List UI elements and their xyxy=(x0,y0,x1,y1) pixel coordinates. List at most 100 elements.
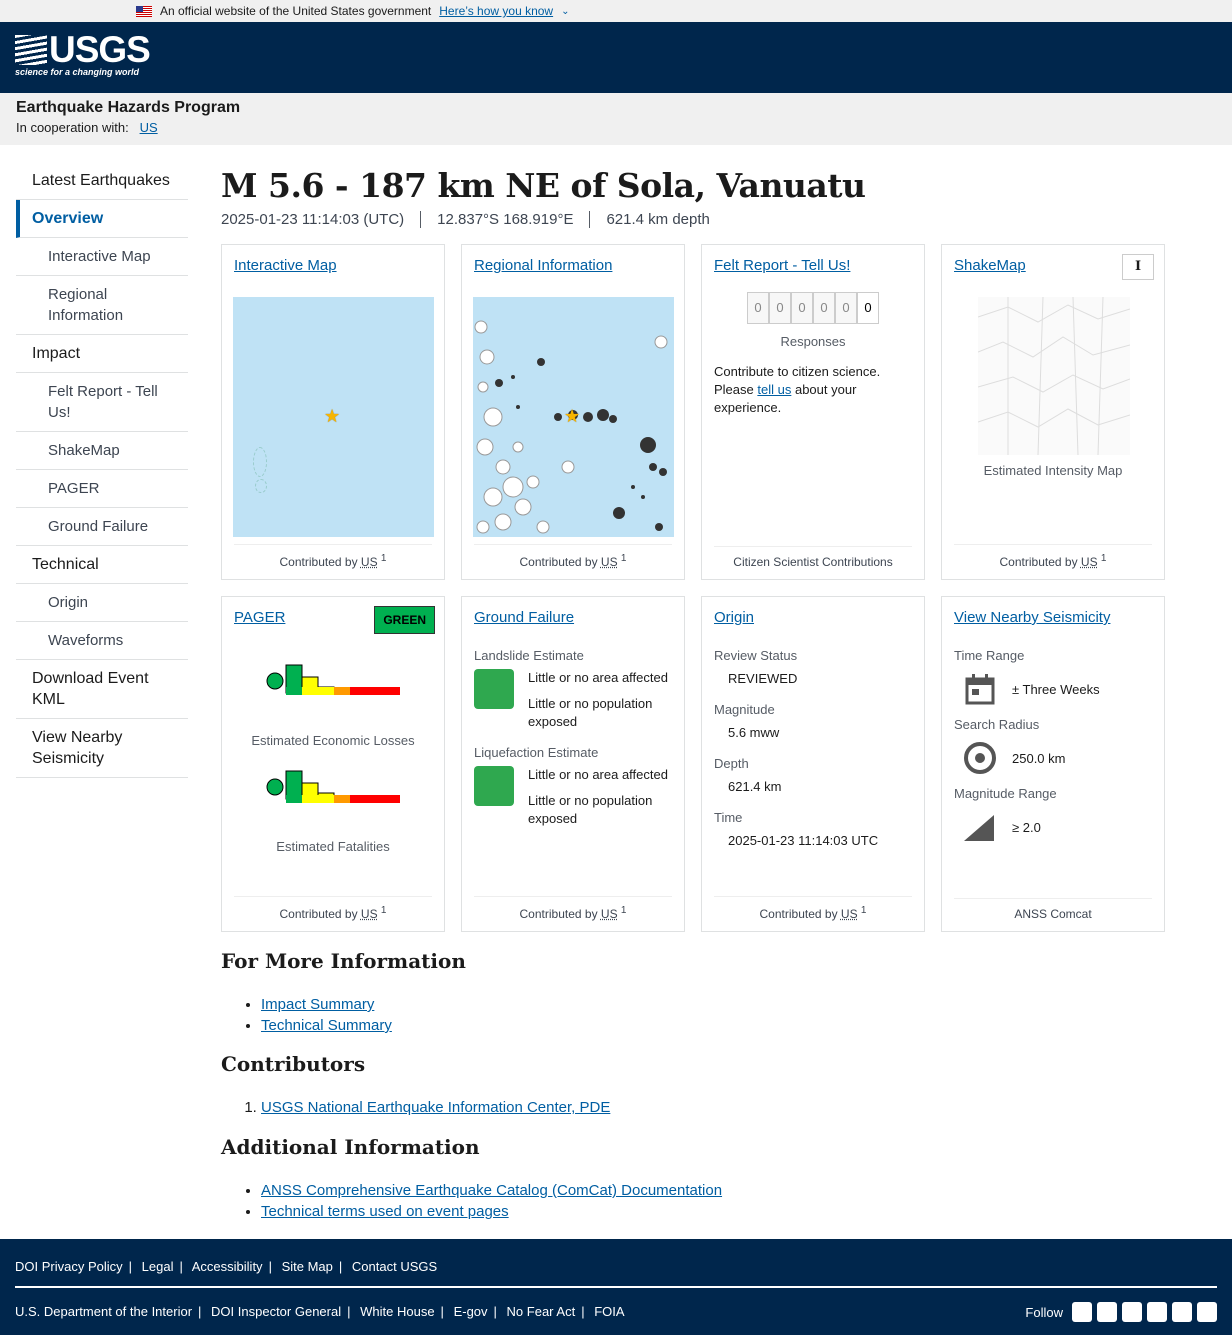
footer-link[interactable]: E-gov xyxy=(454,1304,488,1319)
card-interactive-map: Interactive Map ★ Contributed by US 1 xyxy=(221,244,445,580)
nav-shakemap[interactable]: ShakeMap xyxy=(16,432,188,470)
foot-label: Contributed by xyxy=(759,907,838,921)
search-radius-label: Search Radius xyxy=(954,717,1040,732)
intensity-map-caption: Estimated Intensity Map xyxy=(983,463,1123,478)
magnitude-label: Magnitude xyxy=(714,702,775,717)
card-footer: Contributed by US 1 xyxy=(474,544,672,579)
liquefaction-area: Little or no area affected xyxy=(528,767,668,782)
summary-cards: Interactive Map ★ Contributed by US 1 Re… xyxy=(221,244,1165,932)
intensity-map-thumbnail[interactable] xyxy=(977,296,1131,456)
github-icon[interactable] xyxy=(1122,1302,1142,1322)
nav-regional-information[interactable]: Regional Information xyxy=(16,276,188,335)
coop-link[interactable]: US xyxy=(140,120,158,135)
time-range-value: ± Three Weeks xyxy=(1012,681,1100,697)
magnitude-range-label: Magnitude Range xyxy=(954,786,1057,801)
instagram-icon[interactable] xyxy=(1197,1302,1217,1322)
footer-link[interactable]: Contact USGS xyxy=(352,1259,437,1274)
origin-link[interactable]: Origin xyxy=(714,609,754,626)
foot-label: Contributed by xyxy=(279,907,358,921)
footer-link[interactable]: DOI Inspector General xyxy=(211,1304,341,1319)
time-label: Time xyxy=(714,810,743,825)
card-footer: Contributed by US 1 xyxy=(234,544,432,579)
footer-link[interactable]: FOIA xyxy=(594,1304,624,1319)
counter-digit: 0 xyxy=(835,292,857,324)
sidebar-nav: Latest Earthquakes Overview Interactive … xyxy=(16,162,188,778)
flickr-icon[interactable] xyxy=(1147,1302,1167,1322)
comcat-docs-link[interactable]: ANSS Comprehensive Earthquake Catalog (C… xyxy=(261,1182,722,1199)
counter-digit: 0 xyxy=(747,292,769,324)
site-header: USGS science for a changing world xyxy=(0,22,1232,93)
epicenter-star-icon: ★ xyxy=(564,406,581,426)
footer-link[interactable]: No Fear Act xyxy=(507,1304,576,1319)
twitter-icon[interactable] xyxy=(1072,1302,1092,1322)
foot-sup: 1 xyxy=(620,553,627,564)
cooperation: In cooperation with: US xyxy=(16,120,1216,135)
facebook-icon[interactable] xyxy=(1097,1302,1117,1322)
nav-origin[interactable]: Origin xyxy=(16,584,188,622)
review-status-value: REVIEWED xyxy=(728,671,798,686)
ground-failure-link[interactable]: Ground Failure xyxy=(474,609,574,626)
foot-sup: 1 xyxy=(380,553,387,564)
pager-link[interactable]: PAGER xyxy=(234,609,285,626)
counter-digit: 0 xyxy=(857,292,879,324)
footer-link[interactable]: U.S. Department of the Interior xyxy=(15,1304,192,1319)
time-value: 2025-01-23 11:14:03 UTC xyxy=(728,833,879,848)
nav-ground-failure[interactable]: Ground Failure xyxy=(16,508,188,546)
social-links: Follow xyxy=(1025,1302,1217,1322)
technical-terms-link[interactable]: Technical terms used on event pages xyxy=(261,1203,509,1220)
nav-interactive-map[interactable]: Interactive Map xyxy=(16,238,188,276)
technical-summary-link[interactable]: Technical Summary xyxy=(261,1017,392,1034)
regional-map-thumbnail[interactable]: ★ xyxy=(473,297,674,537)
nav-impact[interactable]: Impact xyxy=(16,335,188,373)
footer-row-1: DOI Privacy Policy | Legal | Accessibility… xyxy=(15,1259,1217,1288)
nav-felt-report[interactable]: Felt Report - Tell Us! xyxy=(16,373,188,432)
nav-nearby-seismicity[interactable]: View Nearby Seismicity xyxy=(16,719,188,778)
landslide-area: Little or no area affected xyxy=(528,670,668,685)
card-shakemap: ShakeMap I Estimated Intensity Map Contr… xyxy=(941,244,1165,580)
footer-link[interactable]: Legal xyxy=(142,1259,174,1274)
nav-pager[interactable]: PAGER xyxy=(16,470,188,508)
interactive-map-thumbnail[interactable]: ★ xyxy=(233,297,434,537)
regional-information-link[interactable]: Regional Information xyxy=(474,257,612,274)
shakemap-link[interactable]: ShakeMap xyxy=(954,257,1026,274)
intensity-map-graphic xyxy=(977,296,1131,456)
nav-waveforms[interactable]: Waveforms xyxy=(16,622,188,660)
contributor-link[interactable]: USGS National Earthquake Information Cen… xyxy=(261,1099,610,1116)
economic-losses-caption: Estimated Economic Losses xyxy=(251,733,415,748)
fatalities-caption: Estimated Fatalities xyxy=(276,839,390,854)
nav-download-kml[interactable]: Download Event KML xyxy=(16,660,188,719)
interactive-map-link[interactable]: Interactive Map xyxy=(234,257,337,274)
fatalities-histogram xyxy=(266,770,400,803)
footer-link[interactable]: White House xyxy=(360,1304,434,1319)
felt-report-link[interactable]: Felt Report - Tell Us! xyxy=(714,257,850,274)
footer-link[interactable]: DOI Privacy Policy xyxy=(15,1259,123,1274)
nav-overview[interactable]: Overview xyxy=(16,200,188,238)
island-shape xyxy=(255,479,267,493)
foot-source: US xyxy=(600,555,618,569)
nav-latest-earthquakes[interactable]: Latest Earthquakes xyxy=(16,162,188,200)
gov-banner-text: An official website of the United States… xyxy=(160,4,432,18)
foot-source: US xyxy=(1080,555,1098,569)
foot-label: Contributed by xyxy=(519,555,598,569)
tell-us-link[interactable]: tell us xyxy=(757,382,791,397)
mmi-badge: I xyxy=(1122,254,1154,280)
nav-technical[interactable]: Technical xyxy=(16,546,188,584)
footer-link[interactable]: Site Map xyxy=(282,1259,333,1274)
magnitude-range-value: ≥ 2.0 xyxy=(1012,819,1041,835)
foot-label: Contributed by xyxy=(999,555,1078,569)
us-flag-icon xyxy=(136,5,152,17)
youtube-icon[interactable] xyxy=(1172,1302,1192,1322)
usgs-logo[interactable]: USGS science for a changing world xyxy=(15,31,151,77)
radius-icon xyxy=(964,742,996,774)
how-you-know-link[interactable]: Here’s how you know xyxy=(439,4,553,18)
foot-source: US xyxy=(840,907,858,921)
more-info-list: Impact Summary Technical Summary xyxy=(261,994,392,1036)
nearby-seismicity-link[interactable]: View Nearby Seismicity xyxy=(954,609,1110,626)
liquefaction-icon xyxy=(474,766,514,806)
foot-sup: 1 xyxy=(380,905,387,916)
footer-link[interactable]: Accessibility xyxy=(192,1259,263,1274)
impact-summary-link[interactable]: Impact Summary xyxy=(261,996,374,1013)
brand-tagline: science for a changing world xyxy=(15,67,140,77)
liquefaction-label: Liquefaction Estimate xyxy=(474,745,599,760)
economic-losses-histogram xyxy=(266,664,400,695)
